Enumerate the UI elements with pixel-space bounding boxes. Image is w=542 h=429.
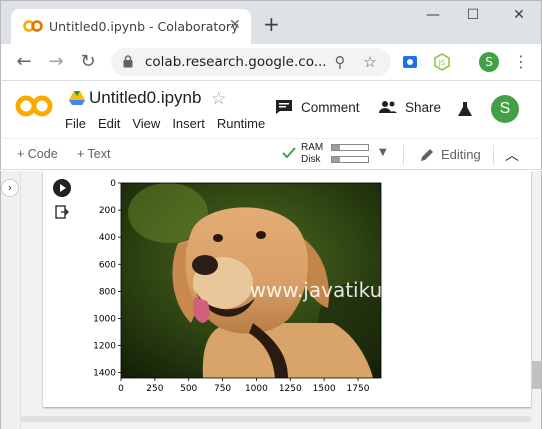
menu-bar: File Edit View Insert Runtime [65,116,277,131]
ram-meter-fill [332,145,340,150]
connected-check-icon [282,147,296,159]
vertical-scrollbar[interactable] [532,361,541,389]
toolbar-divider-2 [493,145,494,165]
disk-label: Disk [301,154,321,165]
watermark-text: www.javatiku.cn [250,278,393,302]
new-tab-button[interactable]: + [263,14,280,34]
extension-icon[interactable] [401,53,419,71]
colab-profile-avatar[interactable]: S [491,95,519,123]
lock-icon [123,55,133,68]
browser-tab[interactable]: Untitled0.ipynb - Colaboratory ✕ [11,9,251,45]
drive-icon [69,91,85,105]
resources-dropdown-icon[interactable]: ▼ [379,147,387,158]
side-panel-gutter: › [1,171,21,429]
ram-meter[interactable] [331,144,369,151]
y-tick-label: 1000 [93,314,116,324]
reload-icon[interactable]: ↻ [77,51,99,73]
y-tick-label: 1400 [93,369,116,379]
disk-meter[interactable] [331,156,369,163]
browser-profile-avatar[interactable]: S [479,52,499,72]
code-cell[interactable]: www.javatiku.cn 0 250 500 750 1000 1250 1500 17… [43,171,531,407]
image-plot: www.javatiku.cn 0 250 500 750 1000 1250 1500 17… [93,179,393,394]
x-tick-label: 1750 [347,384,370,394]
x-tick-label: 250 [146,384,163,394]
browser-tabstrip: Untitled0.ipynb - Colaboratory ✕ + — ☐ ✕ [0,0,542,45]
menu-edit[interactable]: Edit [98,116,120,131]
y-tick-label: 1200 [93,342,116,352]
x-axis: 0 250 500 750 1000 1250 1500 1750 [118,378,370,394]
y-tick-label: 400 [99,233,116,243]
output-icon[interactable] [55,205,69,219]
y-tick-label: 800 [99,287,116,297]
ram-label: RAM [301,142,324,153]
flask-icon[interactable] [457,101,473,117]
minimize-button[interactable]: — [419,7,447,27]
colab-header: Untitled0.ipynb ☆ File Edit View Insert … [0,80,542,138]
svg-text:JS: JS [438,59,446,67]
y-tick-label: 200 [99,206,116,216]
x-tick-label: 0 [118,384,124,394]
menu-insert[interactable]: Insert [172,116,205,131]
pencil-icon [421,149,433,161]
x-tick-label: 500 [180,384,197,394]
colab-toolbar: + Code + Text RAM Disk ▼ Editing ︿ [0,138,542,170]
tab-close-icon[interactable]: ✕ [229,17,241,33]
star-icon[interactable]: ☆ [211,89,226,109]
menu-file[interactable]: File [65,116,86,131]
url-text: colab.research.google.co... [145,54,327,70]
toolbar-divider [403,145,404,165]
y-tick-label: 0 [110,179,116,189]
browser-toolbar: ← → ↻ colab.research.google.co... ⚲ ☆ JS… [0,44,542,80]
comment-icon [276,100,292,114]
editing-mode-button[interactable]: Editing [441,147,481,162]
zoom-icon[interactable]: ⚲ [331,53,349,71]
y-axis: 0 200 400 600 800 1000 1200 1400 [93,179,121,379]
x-tick-label: 1500 [313,384,336,394]
maximize-button[interactable]: ☐ [459,7,487,27]
comment-button[interactable]: Comment [275,99,360,115]
colab-favicon-icon [23,20,43,32]
address-bar[interactable]: colab.research.google.co... ⚲ ☆ [111,48,391,76]
menu-view[interactable]: View [132,116,160,131]
close-window-button[interactable]: ✕ [505,7,533,27]
add-code-button[interactable]: + Code [17,147,58,161]
colab-logo-icon[interactable] [15,93,53,119]
people-icon [379,101,397,113]
horizontal-scrollbar[interactable] [21,416,531,422]
browser-menu-icon[interactable]: ⋮ [513,52,529,72]
x-tick-label: 750 [214,384,231,394]
share-label: Share [405,99,442,115]
tab-title: Untitled0.ipynb - Colaboratory [49,19,239,34]
forward-icon[interactable]: → [45,51,67,73]
notebook-title[interactable]: Untitled0.ipynb [89,88,201,108]
y-tick-label: 600 [99,260,116,270]
add-text-button[interactable]: + Text [77,147,110,161]
disk-meter-fill [332,157,340,162]
expand-sidebar-icon[interactable]: › [1,179,19,197]
run-cell-button[interactable] [53,179,71,197]
nodejs-extension-icon[interactable]: JS [433,53,451,71]
comment-label: Comment [301,99,360,115]
x-tick-label: 1000 [245,384,268,394]
collapse-header-icon[interactable]: ︿ [505,145,519,165]
menu-runtime[interactable]: Runtime [217,116,265,131]
bookmark-star-icon[interactable]: ☆ [361,53,379,71]
notebook-area: › www.javatiku. 0 250 500 750 1000 1250 … [0,171,542,429]
share-button[interactable]: Share [379,99,441,115]
x-tick-label: 1250 [279,384,302,394]
back-icon[interactable]: ← [13,51,35,73]
